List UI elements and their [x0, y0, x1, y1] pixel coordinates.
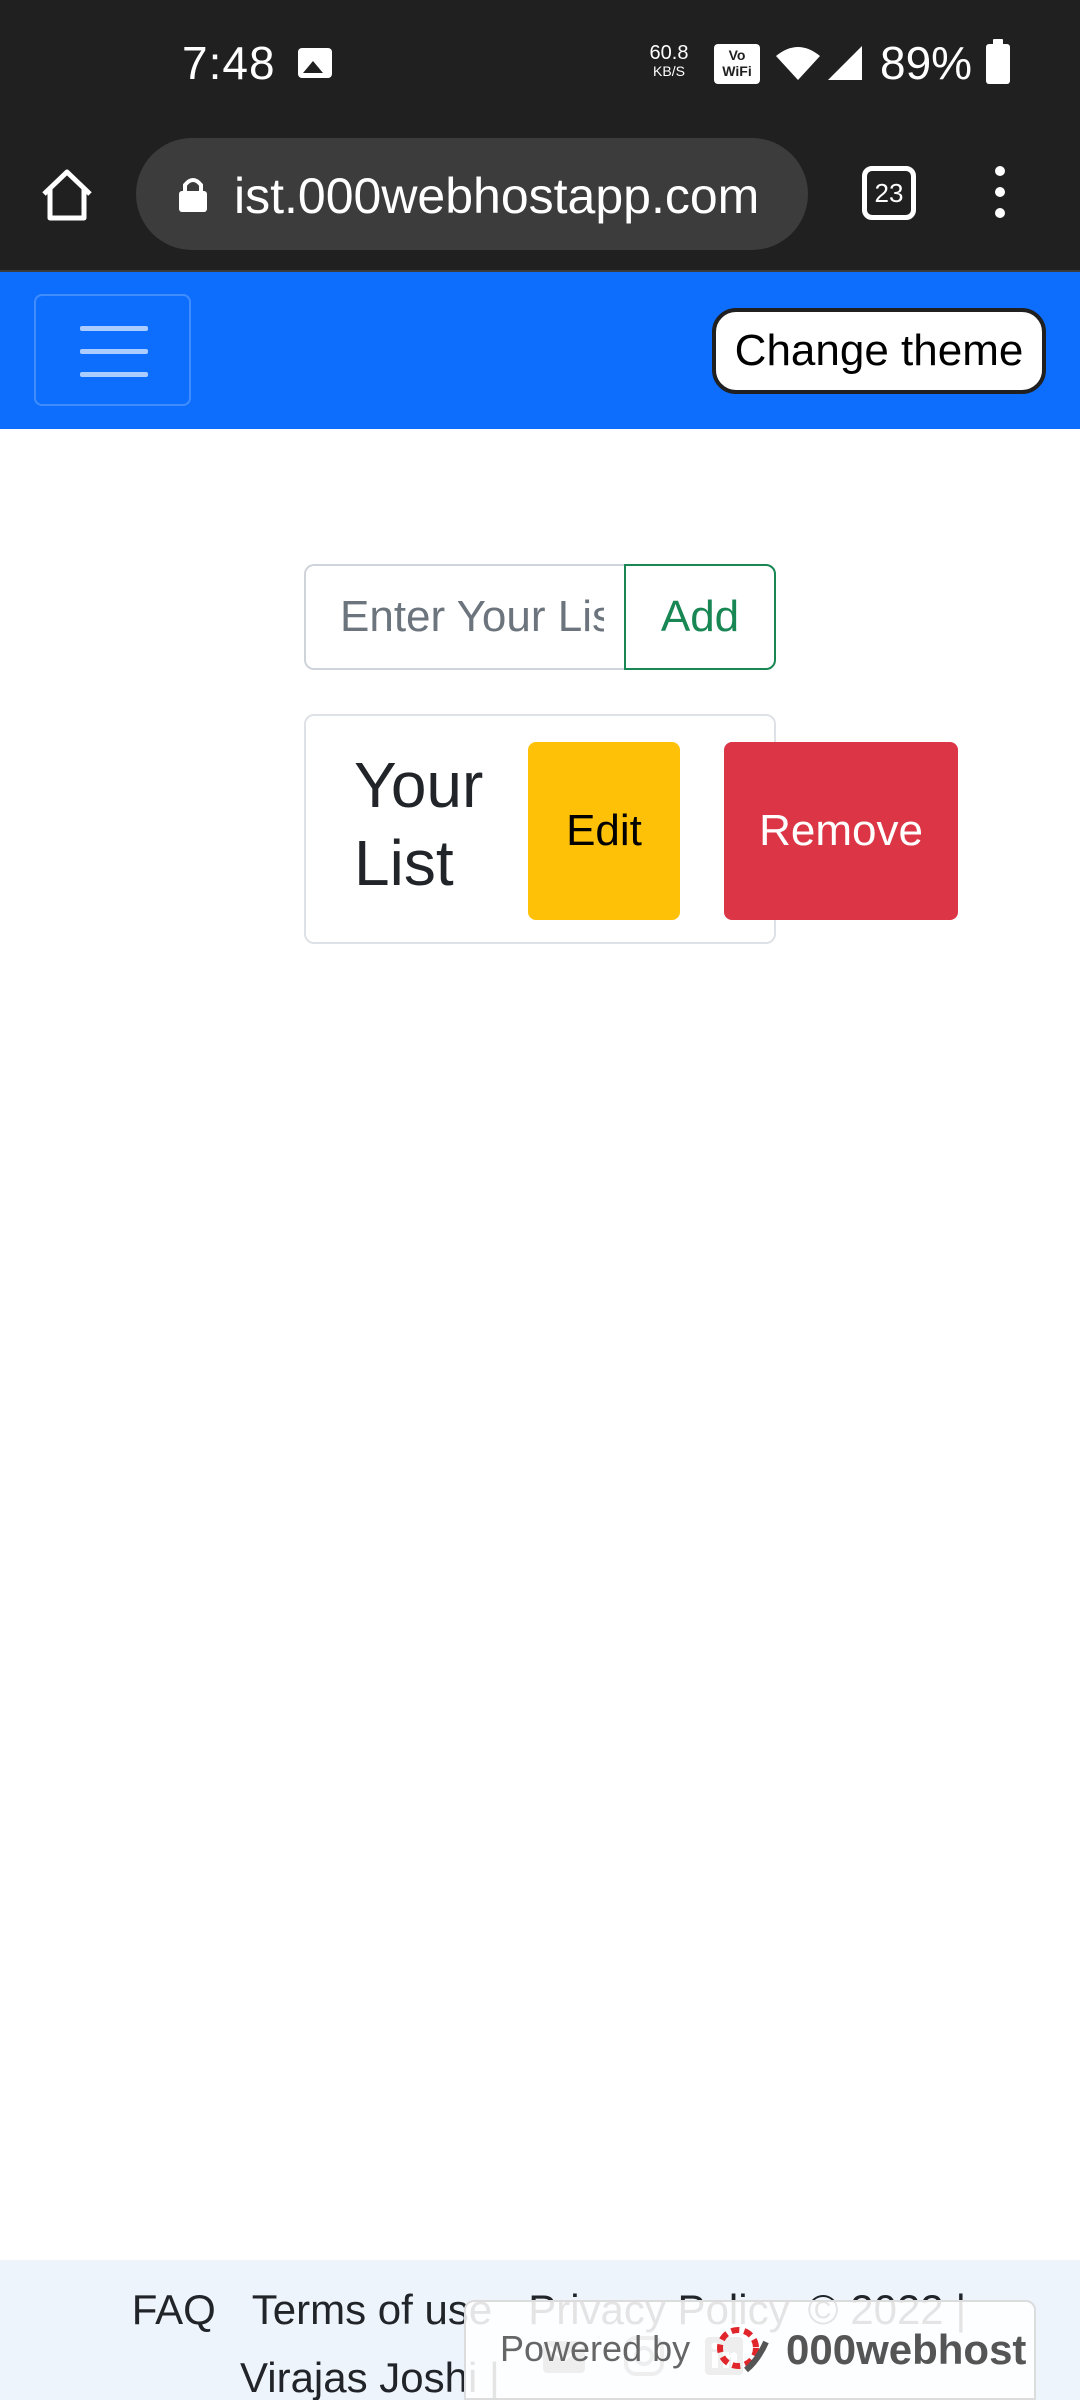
- footer-author: Virajas Joshi |: [240, 2354, 500, 2400]
- url-text: ist.000webhostapp.com: [234, 168, 760, 224]
- wifi-icon: [776, 47, 820, 80]
- more-options-icon[interactable]: [990, 166, 1010, 222]
- network-speed-value: 60.8: [649, 42, 689, 64]
- vowifi-icon: Vo WiFi: [714, 44, 760, 84]
- network-speed-unit: KB/S: [653, 63, 685, 79]
- change-theme-button[interactable]: Change theme: [712, 308, 1046, 394]
- navbar: Change theme: [0, 272, 1080, 429]
- terms-link[interactable]: Terms of use: [252, 2286, 492, 2333]
- image-notification-icon: [298, 48, 332, 78]
- list-item: Your List Edit Remove: [304, 714, 958, 944]
- faq-link[interactable]: FAQ: [132, 2286, 216, 2333]
- battery-percentage: 89%: [880, 37, 973, 89]
- host-logo-icon: [717, 2327, 769, 2373]
- status-time: 7:48: [182, 37, 276, 89]
- hosting-badge[interactable]: Powered by 000webhost: [464, 2300, 1036, 2400]
- add-button[interactable]: Add: [624, 564, 776, 670]
- host-name: 000webhost: [786, 2326, 1027, 2373]
- tab-switcher-icon[interactable]: 23: [862, 166, 916, 220]
- address-bar[interactable]: ist.000webhostapp.com: [136, 138, 808, 250]
- powered-by-text: Powered by: [500, 2328, 691, 2369]
- browser-toolbar: ist.000webhostapp.com 23: [0, 130, 1080, 272]
- list-input[interactable]: [304, 564, 624, 670]
- navbar-toggle-button[interactable]: [34, 294, 191, 406]
- list-item-text: Your List: [354, 749, 484, 899]
- home-icon[interactable]: [36, 164, 98, 226]
- network-speed: 60.8 KB/S: [640, 42, 698, 80]
- signal-icon: [828, 46, 862, 80]
- battery-icon: [986, 39, 1010, 84]
- add-list-form: Add: [304, 564, 776, 670]
- lock-icon: [179, 178, 207, 212]
- edit-button[interactable]: Edit: [528, 742, 680, 920]
- status-bar: 7:48 60.8 KB/S Vo WiFi 89%: [0, 0, 1080, 130]
- remove-button[interactable]: Remove: [724, 742, 958, 920]
- hamburger-icon: [80, 326, 148, 331]
